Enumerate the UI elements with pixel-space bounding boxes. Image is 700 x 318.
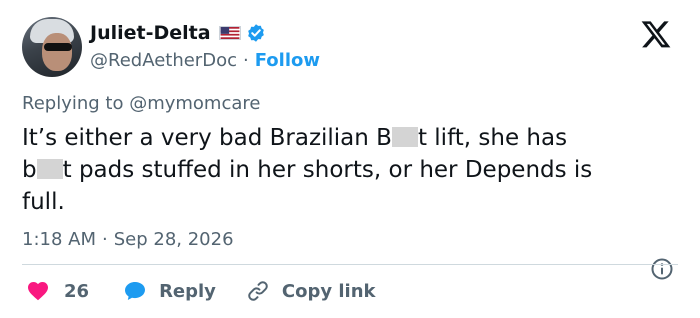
timestamp-separator: · [102,229,108,250]
tweet-line-2: bt pads stuffed in her shorts, or her De… [22,157,593,183]
censor-block [36,159,63,179]
avatar-sunglasses [44,43,72,51]
like-count: 26 [64,280,90,302]
author-display-name[interactable]: Juliet-Delta [90,22,211,44]
tweet-time: 1:18 AM [22,229,96,250]
replying-to-prefix: Replying to [22,93,130,114]
tweet-line-3: full. [22,189,65,215]
tweet-text: It’s either a very bad Brazilian Bt lift… [22,122,682,218]
handle-separator: · [242,49,249,71]
follow-button[interactable]: Follow [255,50,320,71]
tweet-date: Sep 28, 2026 [113,229,234,250]
like-button[interactable]: 26 [26,279,89,303]
reply-button[interactable]: Reply [123,279,216,303]
copy-link-label: Copy link [281,280,376,302]
link-icon [248,281,268,301]
censor-block [391,127,418,147]
tweet-line-1: It’s either a very bad Brazilian Bt lift… [22,125,568,151]
flag-usa-icon [218,26,241,40]
reply-label: Reply [159,280,216,302]
action-bar: 26 Reply Copy link [26,279,376,303]
avatar[interactable] [22,17,82,77]
author-handle[interactable]: @RedAetherDoc [90,50,237,71]
author-handle-row: @RedAetherDoc · Follow [90,48,320,72]
tweet-timestamp[interactable]: 1:18 AM · Sep 28, 2026 [22,229,234,250]
verified-badge-icon[interactable] [246,23,266,43]
divider [22,264,678,265]
reply-mention-link[interactable]: @mymomcare [129,93,260,114]
copy-link-button[interactable]: Copy link [246,279,376,303]
replying-to-line: Replying to @mymomcare [22,93,260,114]
x-logo-icon[interactable] [639,18,673,50]
avatar-face [42,33,72,71]
author-name-row: Juliet-Delta [90,20,266,46]
heart-icon [28,282,48,301]
info-icon[interactable] [650,257,674,281]
reply-bubble-icon [125,282,146,300]
